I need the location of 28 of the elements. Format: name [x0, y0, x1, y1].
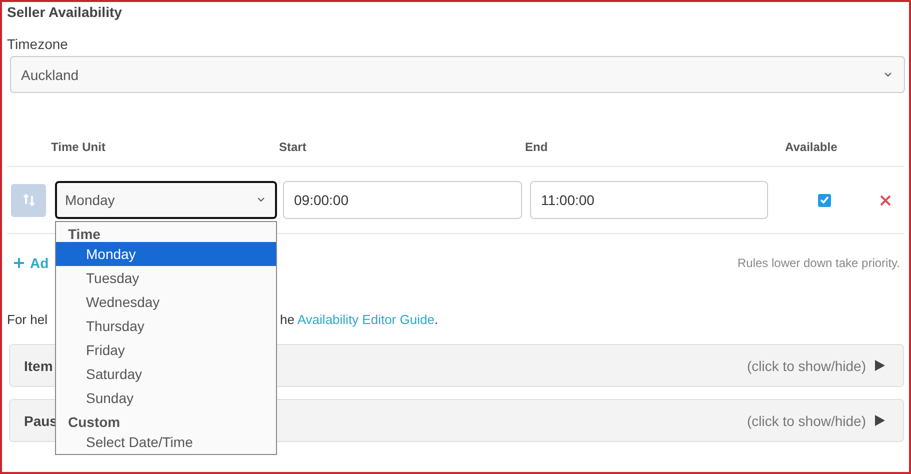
column-header: Start [279, 140, 306, 154]
priority-note: Rules lower down take priority. [737, 256, 900, 270]
end-time-field[interactable]: 11:00:00 [530, 181, 768, 219]
help-text: For hel [7, 312, 48, 329]
available-checkbox[interactable] [818, 194, 831, 206]
dropdown-option[interactable]: Tuesday [56, 266, 276, 290]
chevron-down-icon [884, 72, 892, 78]
dropdown-option[interactable]: Saturday [56, 362, 276, 386]
dropdown-option[interactable]: Monday [56, 242, 276, 266]
dropdown-option[interactable]: Wednesday [56, 290, 276, 314]
expand-arrow-icon [874, 360, 885, 371]
timezone-label: Timezone [7, 36, 69, 52]
column-header: Available [785, 140, 838, 154]
time-unit-select[interactable]: Monday [55, 181, 277, 219]
column-header: Time Unit [51, 140, 106, 154]
timezone-select[interactable]: Auckland [10, 56, 905, 93]
column-header: End [525, 140, 548, 154]
section-title: Seller Availability [7, 4, 123, 22]
option-group-label: Time [67, 225, 102, 242]
option-group-label: Custom [67, 413, 122, 430]
dropdown-option[interactable]: Thursday [56, 314, 276, 338]
delete-icon[interactable] [880, 194, 891, 206]
expand-arrow-icon [874, 415, 885, 426]
chevron-down-icon [257, 197, 265, 203]
start-time-field[interactable]: 09:00:00 [283, 181, 522, 219]
reorder-handle[interactable] [11, 184, 46, 216]
plus-icon [14, 258, 24, 268]
help-text: he Availability Editor Guide. [280, 312, 440, 329]
